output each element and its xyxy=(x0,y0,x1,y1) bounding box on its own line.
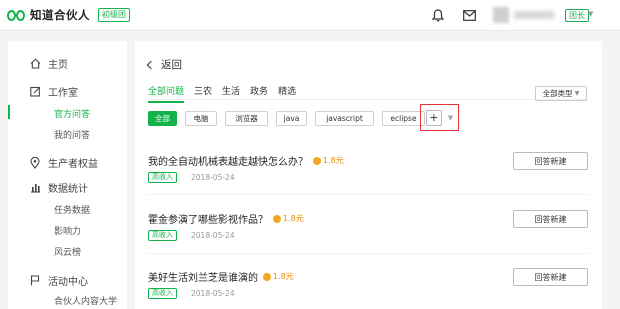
income-tag: 高收入 xyxy=(148,172,177,183)
sidebar-item-my-qa[interactable]: 我的问答 xyxy=(54,128,90,141)
tag-chips: 全部 电脑 浏览器 java javascript eclipse xyxy=(148,111,433,126)
question-meta: 高收入 2018-05-24 xyxy=(148,230,235,241)
edit-icon xyxy=(29,86,41,98)
home-icon xyxy=(29,58,41,70)
tab-life[interactable]: 生活 xyxy=(222,84,240,103)
question-title[interactable]: 霍金参演了哪些影视作品？ 1.8元 xyxy=(148,211,304,226)
reward-amount: 1.8元 xyxy=(323,156,344,165)
top-bar: 知道合伙人 初级团 团长 ▼ xyxy=(0,0,620,31)
logo[interactable]: 知道合伙人 初级团 xyxy=(7,7,130,23)
sidebar: 主页 工作室 官方问答 我的问答 生产者权益 数据统计 任务数据 影响力 风云榜… xyxy=(8,41,127,309)
sidebar-item-producer-rights[interactable]: 生产者权益 xyxy=(29,155,98,170)
divider xyxy=(148,253,589,254)
add-tag-button[interactable]: + xyxy=(425,109,442,126)
sidebar-item-task-data[interactable]: 任务数据 xyxy=(54,203,90,216)
tab-government[interactable]: 政务 xyxy=(250,84,268,103)
question-date: 2018-05-24 xyxy=(191,231,235,240)
question-date: 2018-05-24 xyxy=(191,289,235,298)
question-text: 美好生活刘兰芝是谁演的 xyxy=(148,273,258,284)
mail-icon[interactable] xyxy=(462,8,476,22)
divider xyxy=(148,194,589,195)
tab-agriculture[interactable]: 三农 xyxy=(194,84,212,103)
back-button[interactable]: 返回 xyxy=(146,57,182,72)
question-text: 霍金参演了哪些影视作品？ xyxy=(148,215,268,226)
chip-browser[interactable]: 浏览器 xyxy=(225,111,268,126)
chevron-down-icon: ▼ xyxy=(574,90,580,97)
sidebar-item-label: 工作室 xyxy=(48,88,78,99)
answer-new-button[interactable]: 回答新建 xyxy=(513,210,588,228)
sidebar-item-studio[interactable]: 工作室 xyxy=(29,84,78,99)
sidebar-item-content-university[interactable]: 合伙人内容大学 xyxy=(54,294,117,307)
question-text: 我的全自动机械表越走越快怎么办？ xyxy=(148,157,308,168)
user-profile[interactable] xyxy=(493,7,558,23)
sidebar-item-label: 数据统计 xyxy=(48,184,88,195)
user-menu-caret-icon[interactable]: ▼ xyxy=(588,10,593,18)
avatar xyxy=(493,7,509,23)
bar-chart-icon xyxy=(29,182,41,194)
coin-icon xyxy=(273,214,281,223)
user-name-blurred xyxy=(514,11,554,19)
sidebar-item-home[interactable]: 主页 xyxy=(29,56,68,71)
active-indicator xyxy=(8,105,10,119)
sidebar-item-activity-center[interactable]: 活动中心 xyxy=(29,273,88,288)
type-select-value: 全部类型 xyxy=(542,89,573,98)
answer-new-button[interactable]: 回答新建 xyxy=(513,268,588,286)
question-title[interactable]: 美好生活刘兰芝是谁演的 1.8元 xyxy=(148,269,294,284)
question-meta: 高收入 2018-05-24 xyxy=(148,172,235,183)
type-select[interactable]: 全部类型 ▼ xyxy=(535,86,587,101)
sidebar-item-label: 主页 xyxy=(48,60,68,71)
chip-java[interactable]: java xyxy=(276,111,307,126)
chevron-down-icon[interactable]: ▼ xyxy=(448,114,453,122)
chip-javascript[interactable]: javascript xyxy=(315,111,374,126)
flag-icon xyxy=(29,275,41,287)
location-icon xyxy=(29,156,41,169)
chevron-left-icon xyxy=(146,60,156,69)
brand-name: 知道合伙人 xyxy=(30,8,90,22)
reward-amount: 1.8元 xyxy=(273,272,294,281)
question-meta: 高收入 2018-05-24 xyxy=(148,288,235,299)
sidebar-item-ranking[interactable]: 风云榜 xyxy=(54,245,81,258)
tab-featured[interactable]: 精选 xyxy=(278,84,296,103)
answer-new-button[interactable]: 回答新建 xyxy=(513,152,588,170)
back-label: 返回 xyxy=(161,59,182,71)
chip-eclipse[interactable]: eclipse xyxy=(382,111,425,126)
income-tag: 高收入 xyxy=(148,230,177,241)
coin-icon xyxy=(263,272,271,281)
bell-icon[interactable] xyxy=(431,8,445,22)
chip-all[interactable]: 全部 xyxy=(148,111,177,126)
top-icons xyxy=(431,8,493,22)
sidebar-item-label: 活动中心 xyxy=(48,277,88,288)
question-date: 2018-05-24 xyxy=(191,173,235,182)
sidebar-item-influence[interactable]: 影响力 xyxy=(54,224,81,237)
coin-icon xyxy=(313,156,321,165)
sidebar-item-official-qa[interactable]: 官方问答 xyxy=(54,107,90,120)
sidebar-item-statistics[interactable]: 数据统计 xyxy=(29,180,88,195)
level-badge: 初级团 xyxy=(98,8,130,22)
tabs-divider xyxy=(148,99,588,100)
question-title[interactable]: 我的全自动机械表越走越快怎么办？ 1.8元 xyxy=(148,153,344,168)
user-level-badge: 团长 xyxy=(565,9,589,22)
main-panel: 返回 全部问题 三农 生活 政务 精选 全部类型 ▼ 全部 电脑 浏览器 jav… xyxy=(135,41,602,309)
category-tabs: 全部问题 三农 生活 政务 精选 xyxy=(148,84,306,103)
tab-all-questions[interactable]: 全部问题 xyxy=(148,84,185,103)
income-tag: 高收入 xyxy=(148,288,177,299)
logo-mark-icon xyxy=(7,7,27,23)
chip-computer[interactable]: 电脑 xyxy=(185,111,217,126)
sidebar-item-label: 生产者权益 xyxy=(48,159,98,170)
reward-amount: 1.8元 xyxy=(283,214,304,223)
add-tag-highlight: + ▼ xyxy=(420,104,459,131)
